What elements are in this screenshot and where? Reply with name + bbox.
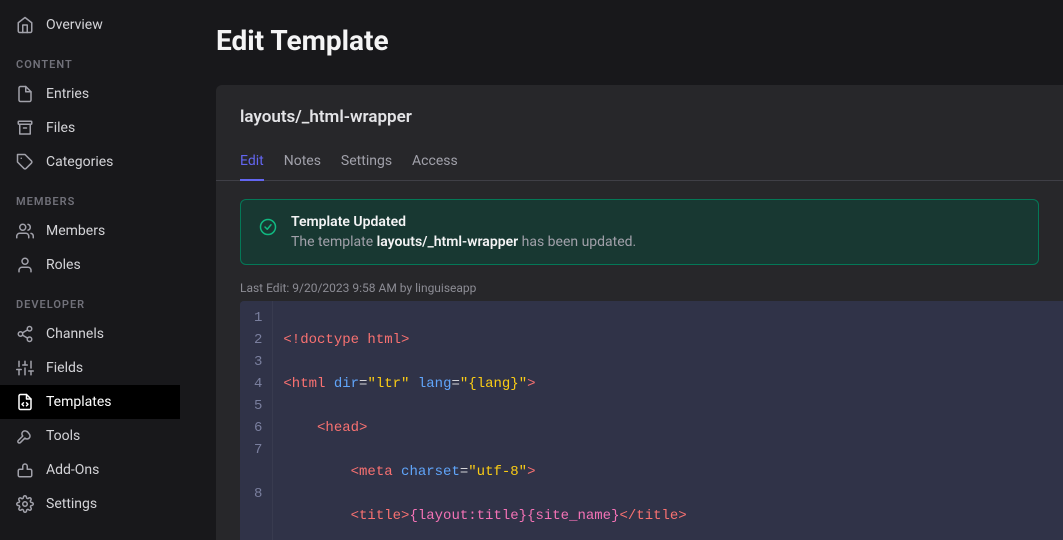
sidebar-item-label: Templates (46, 394, 112, 410)
sidebar-item-categories[interactable]: Categories (0, 145, 180, 179)
tab-edit[interactable]: Edit (240, 145, 264, 181)
code-token: > (527, 376, 535, 392)
sidebar-section-content: CONTENT (0, 42, 180, 77)
code-token: "ltr" (367, 376, 409, 392)
code-token: "{lang}" (460, 376, 527, 392)
share-icon (16, 325, 34, 343)
code-token: = (451, 376, 459, 392)
tab-access[interactable]: Access (412, 145, 458, 181)
sidebar-item-label: Categories (46, 154, 113, 170)
alert-text-name: layouts/_html-wrapper (377, 234, 519, 250)
sidebar-section-members: MEMBERS (0, 179, 180, 214)
code-token: <meta (351, 464, 401, 480)
archive-icon (16, 119, 34, 137)
line-number: 5 (254, 395, 262, 417)
code-token: > (527, 464, 535, 480)
sidebar-item-label: Roles (46, 257, 81, 273)
sidebar-item-label: Overview (46, 17, 103, 33)
editor-gutter: 1 2 3 4 5 6 7 8 (240, 301, 273, 540)
alert-text-prefix: The template (291, 234, 377, 250)
sidebar: Overview CONTENT Entries Files Categorie… (0, 0, 180, 540)
sidebar-item-roles[interactable]: Roles (0, 248, 180, 282)
page-title: Edit Template (216, 24, 1063, 57)
alert-text-suffix: has been updated. (518, 234, 636, 250)
users-icon (16, 222, 34, 240)
tabs: Edit Notes Settings Access (216, 145, 1063, 181)
sidebar-item-label: Members (46, 223, 105, 239)
line-number: 3 (254, 351, 262, 373)
sidebar-item-fields[interactable]: Fields (0, 351, 180, 385)
gear-icon (16, 495, 34, 513)
main-content: Edit Template layouts/_html-wrapper Edit… (180, 0, 1063, 540)
template-panel: layouts/_html-wrapper Edit Notes Setting… (216, 85, 1063, 540)
sidebar-item-label: Files (46, 120, 75, 136)
code-editor[interactable]: 1 2 3 4 5 6 7 8 <!doctype html> <html di… (240, 301, 1063, 540)
panel-title: layouts/_html-wrapper (240, 107, 1039, 127)
alert-message: The template layouts/_html-wrapper has b… (291, 234, 636, 250)
code-token: dir (334, 376, 359, 392)
code-token: </title> (619, 508, 686, 524)
tag-icon (16, 153, 34, 171)
editor-code[interactable]: <!doctype html> <html dir="ltr" lang="{l… (273, 301, 989, 540)
sidebar-item-files[interactable]: Files (0, 111, 180, 145)
code-token: = (460, 464, 468, 480)
check-circle-icon (259, 218, 277, 240)
sidebar-item-settings[interactable]: Settings (0, 487, 180, 521)
sidebar-item-tools[interactable]: Tools (0, 419, 180, 453)
line-number: 6 (254, 417, 262, 439)
sidebar-item-label: Settings (46, 496, 97, 512)
code-token: <!doctype html> (283, 332, 409, 348)
panel-header: layouts/_html-wrapper (216, 85, 1063, 145)
tab-settings[interactable]: Settings (341, 145, 392, 181)
last-edit-label: Last Edit: 9/20/2023 9:58 AM by linguise… (216, 281, 1063, 301)
sidebar-item-members[interactable]: Members (0, 214, 180, 248)
code-token: lang (409, 376, 451, 392)
sidebar-item-label: Fields (46, 360, 83, 376)
code-token: charset (401, 464, 460, 480)
code-file-icon (16, 393, 34, 411)
line-number: 2 (254, 329, 262, 351)
line-number: 8 (254, 483, 262, 505)
document-icon (16, 85, 34, 103)
tab-notes[interactable]: Notes (284, 145, 321, 181)
sidebar-item-channels[interactable]: Channels (0, 317, 180, 351)
sidebar-item-label: Add-Ons (46, 462, 99, 478)
home-icon (16, 16, 34, 34)
line-number: 4 (254, 373, 262, 395)
sidebar-item-addons[interactable]: Add-Ons (0, 453, 180, 487)
user-icon (16, 256, 34, 274)
line-number: 1 (254, 307, 262, 329)
code-token: <title> (351, 508, 410, 524)
sidebar-item-entries[interactable]: Entries (0, 77, 180, 111)
wrench-icon (16, 427, 34, 445)
sidebar-item-templates[interactable]: Templates (0, 385, 180, 419)
sidebar-item-label: Channels (46, 326, 104, 342)
code-token: <html (283, 376, 333, 392)
code-token: "utf-8" (468, 464, 527, 480)
line-number: 7 (254, 439, 262, 461)
sidebar-item-label: Entries (46, 86, 89, 102)
alert-title: Template Updated (291, 214, 636, 230)
sidebar-item-label: Tools (46, 428, 80, 444)
success-alert: Template Updated The template layouts/_h… (240, 199, 1039, 265)
code-token: {layout:title}{site_name} (409, 508, 619, 524)
puzzle-icon (16, 461, 34, 479)
sidebar-section-developer: DEVELOPER (0, 282, 180, 317)
sliders-icon (16, 359, 34, 377)
code-token: <head> (317, 420, 367, 436)
alert-body: Template Updated The template layouts/_h… (291, 214, 636, 250)
sidebar-item-overview[interactable]: Overview (0, 8, 180, 42)
